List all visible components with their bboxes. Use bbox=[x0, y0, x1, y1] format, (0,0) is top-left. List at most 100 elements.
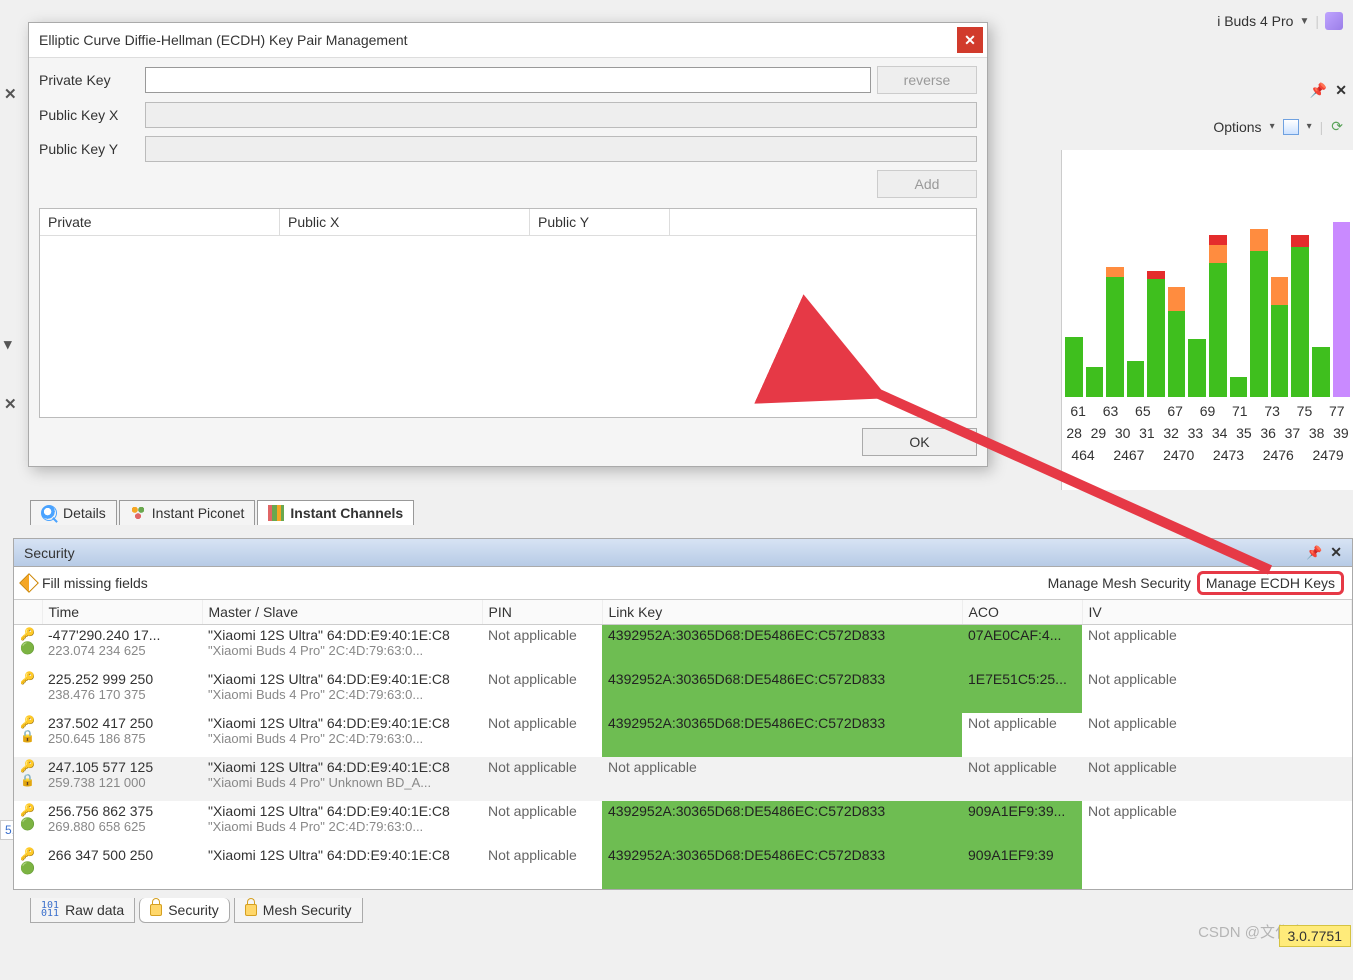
cell-link-key: Not applicable bbox=[602, 757, 962, 801]
axis-tick: 39 bbox=[1333, 425, 1349, 441]
cell-master-slave: "Xiaomi 12S Ultra" 64:DD:E9:40:1E:C8"Xia… bbox=[202, 669, 482, 713]
table-row[interactable]: 🔑225.252 999 250238.476 170 375"Xiaomi 1… bbox=[14, 669, 1352, 713]
refresh-icon[interactable]: ⟳ bbox=[1331, 118, 1343, 135]
table-row[interactable]: 🔑🔒237.502 417 250250.645 186 875"Xiaomi … bbox=[14, 713, 1352, 757]
channel-chart: 616365676971737577 282930313233343536373… bbox=[1061, 150, 1353, 490]
tab-security[interactable]: Security bbox=[139, 898, 230, 923]
pencil-icon bbox=[19, 573, 39, 593]
grid-header-public-x[interactable]: Public X bbox=[280, 209, 530, 235]
axis-tick: 35 bbox=[1236, 425, 1252, 441]
axis-tick: 32 bbox=[1163, 425, 1179, 441]
chevron-down-icon[interactable]: ▾ bbox=[4, 335, 12, 353]
cell-master-slave: "Xiaomi 12S Ultra" 64:DD:E9:40:1E:C8"Xia… bbox=[202, 713, 482, 757]
col-aco[interactable]: ACO bbox=[962, 600, 1082, 625]
search-icon bbox=[41, 505, 57, 521]
security-table: Time Master / Slave PIN Link Key ACO IV … bbox=[14, 600, 1352, 889]
col-master-slave[interactable]: Master / Slave bbox=[202, 600, 482, 625]
axis-tick: 38 bbox=[1309, 425, 1325, 441]
binary-icon: 101011 bbox=[41, 902, 59, 918]
table-row[interactable]: 🔑🟢-477'290.240 17...223.074 234 625"Xiao… bbox=[14, 625, 1352, 669]
key-icon: 🔑 bbox=[14, 669, 42, 713]
chart-bar bbox=[1147, 271, 1165, 397]
bottom-tab-bar: 101011Raw data Security Mesh Security bbox=[30, 898, 363, 923]
fill-missing-fields[interactable]: Fill missing fields bbox=[22, 575, 148, 591]
cell-pin: Not applicable bbox=[482, 845, 602, 889]
manage-mesh-security[interactable]: Manage Mesh Security bbox=[1048, 575, 1191, 591]
bg-device-selector: i Buds 4 Pro ▼ | bbox=[1207, 8, 1353, 34]
axis-tick: 75 bbox=[1297, 403, 1313, 419]
ok-button[interactable]: OK bbox=[862, 428, 977, 456]
chevron-down-icon[interactable]: ▼ bbox=[1299, 16, 1309, 27]
close-icon[interactable]: ✕ bbox=[4, 85, 17, 103]
table-row[interactable]: 🔑🟢266 347 500 250"Xiaomi 12S Ultra" 64:D… bbox=[14, 845, 1352, 889]
cell-aco: 909A1EF9:39... bbox=[962, 801, 1082, 845]
cell-pin: Not applicable bbox=[482, 669, 602, 713]
private-key-input[interactable] bbox=[145, 67, 871, 93]
grid-header-public-y[interactable]: Public Y bbox=[530, 209, 670, 235]
axis-tick: 29 bbox=[1091, 425, 1107, 441]
cell-link-key: 4392952A:30365D68:DE5486EC:C572D833 bbox=[602, 801, 962, 845]
cell-master-slave: "Xiaomi 12S Ultra" 64:DD:E9:40:1E:C8"Xia… bbox=[202, 625, 482, 669]
tab-instant-piconet[interactable]: Instant Piconet bbox=[119, 500, 256, 525]
chart-bar bbox=[1188, 339, 1206, 397]
cell-time: -477'290.240 17...223.074 234 625 bbox=[42, 625, 202, 669]
chevron-down-icon[interactable]: ▾ bbox=[1270, 121, 1275, 132]
tab-mesh-security[interactable]: Mesh Security bbox=[234, 898, 363, 923]
close-button[interactable]: ✕ bbox=[957, 27, 983, 53]
chart-bar bbox=[1168, 287, 1186, 397]
close-icon[interactable]: ✕ bbox=[1330, 544, 1342, 561]
chart-bar bbox=[1106, 267, 1124, 397]
chart-bar bbox=[1333, 222, 1351, 397]
manage-ecdh-keys[interactable]: Manage ECDH Keys bbox=[1197, 571, 1344, 595]
lock-icon bbox=[150, 904, 162, 916]
col-time[interactable]: Time bbox=[42, 600, 202, 625]
chevron-down-icon[interactable]: ▾ bbox=[1307, 121, 1312, 132]
pin-icon[interactable]: 📌 bbox=[1310, 82, 1327, 99]
col-pin[interactable]: PIN bbox=[482, 600, 602, 625]
security-panel: Security 📌✕ Fill missing fields Manage M… bbox=[13, 538, 1353, 890]
chart-bar bbox=[1312, 347, 1330, 397]
cell-aco: Not applicable bbox=[962, 757, 1082, 801]
axis-tick: 63 bbox=[1103, 403, 1119, 419]
cell-iv: Not applicable bbox=[1082, 669, 1352, 713]
device-name: i Buds 4 Pro bbox=[1217, 13, 1293, 29]
add-button[interactable]: Add bbox=[877, 170, 977, 198]
table-row[interactable]: 🔑🟢256.756 862 375269.880 658 625"Xiaomi … bbox=[14, 801, 1352, 845]
pin-icon[interactable]: 📌 bbox=[1306, 545, 1322, 561]
private-key-label: Private Key bbox=[39, 72, 139, 88]
col-iv[interactable]: IV bbox=[1082, 600, 1352, 625]
cube-icon[interactable] bbox=[1325, 12, 1343, 30]
key-icon: 🔑🟢 bbox=[14, 801, 42, 845]
col-link-key[interactable]: Link Key bbox=[602, 600, 962, 625]
cell-iv: Not applicable bbox=[1082, 625, 1352, 669]
cell-pin: Not applicable bbox=[482, 713, 602, 757]
ecdh-dialog: Elliptic Curve Diffie-Hellman (ECDH) Key… bbox=[28, 22, 988, 467]
chart-bar bbox=[1086, 367, 1104, 397]
cell-master-slave: "Xiaomi 12S Ultra" 64:DD:E9:40:1E:C8 bbox=[202, 845, 482, 889]
lock-icon bbox=[245, 904, 257, 916]
mid-tab-bar: Details Instant Piconet Instant Channels bbox=[30, 500, 416, 525]
tab-details[interactable]: Details bbox=[30, 500, 117, 525]
options-label[interactable]: Options bbox=[1213, 119, 1261, 135]
close-icon[interactable]: ✕ bbox=[4, 395, 17, 413]
axis-tick: 2479 bbox=[1313, 447, 1344, 463]
public-key-x-label: Public Key X bbox=[39, 107, 139, 123]
tab-instant-channels[interactable]: Instant Channels bbox=[257, 500, 414, 525]
close-icon[interactable]: ✕ bbox=[1335, 82, 1347, 99]
piconet-icon bbox=[130, 505, 146, 521]
axis-tick: 28 bbox=[1066, 425, 1082, 441]
cell-aco: 1E7E51C5:25... bbox=[962, 669, 1082, 713]
axis-tick: 71 bbox=[1232, 403, 1248, 419]
version-badge: 3.0.7751 bbox=[1279, 925, 1352, 947]
reverse-button[interactable]: reverse bbox=[877, 66, 977, 94]
cell-link-key: 4392952A:30365D68:DE5486EC:C572D833 bbox=[602, 713, 962, 757]
options-row: Options ▾ ▾ | ⟳ bbox=[1213, 118, 1343, 135]
chart-bar bbox=[1250, 229, 1268, 397]
tab-raw-data[interactable]: 101011Raw data bbox=[30, 898, 135, 923]
axis-tick: 33 bbox=[1188, 425, 1204, 441]
cell-master-slave: "Xiaomi 12S Ultra" 64:DD:E9:40:1E:C8"Xia… bbox=[202, 801, 482, 845]
export-icon[interactable] bbox=[1283, 119, 1299, 135]
grid-header-private[interactable]: Private bbox=[40, 209, 280, 235]
key-icon: 🔑🔒 bbox=[14, 713, 42, 757]
table-row[interactable]: 🔑🔒247.105 577 125259.738 121 000"Xiaomi … bbox=[14, 757, 1352, 801]
